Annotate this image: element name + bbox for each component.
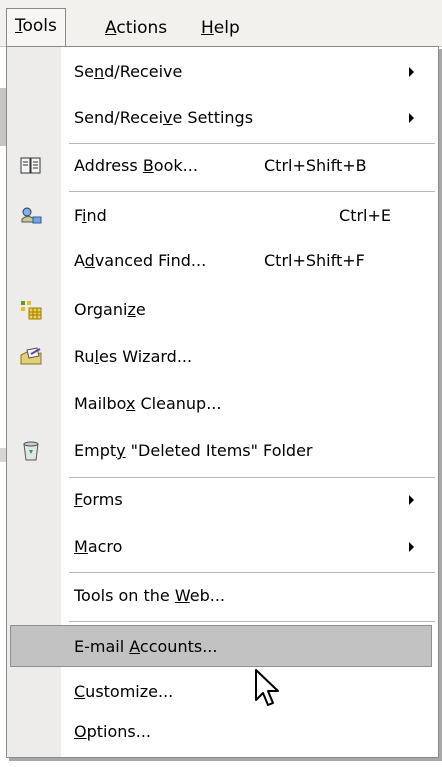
menu-separator — [69, 191, 435, 192]
mouse-pointer-icon — [255, 669, 279, 706]
menu-item-address-book[interactable]: Address Book... Ctrl+Shift+B — [7, 145, 438, 187]
tools-dropdown-menu: Send/Receive Send/Receive Settings Addre… — [6, 46, 439, 758]
menu-actions[interactable]: Actions — [97, 13, 175, 43]
menu-separator — [69, 621, 435, 622]
menu-item-customize[interactable]: Customize... — [7, 671, 438, 713]
submenu-arrow-icon — [409, 495, 414, 505]
address-book-icon — [19, 155, 43, 177]
submenu-arrow-icon — [409, 67, 414, 77]
shortcut-label: Ctrl+Shift+B — [264, 156, 367, 175]
find-icon — [19, 205, 43, 227]
menu-help[interactable]: Help — [193, 13, 248, 43]
shortcut-label: Ctrl+E — [339, 206, 391, 225]
menu-item-send-receive-settings[interactable]: Send/Receive Settings — [7, 97, 438, 139]
submenu-arrow-icon — [409, 113, 414, 123]
menu-item-find[interactable]: Find Ctrl+E — [7, 195, 438, 237]
rules-wizard-icon — [19, 346, 43, 368]
shortcut-label: Ctrl+Shift+F — [264, 251, 365, 270]
menu-item-advanced-find[interactable]: Advanced Find... Ctrl+Shift+F — [7, 240, 438, 282]
menu-item-mailbox-cleanup[interactable]: Mailbox Cleanup... — [7, 383, 438, 425]
recycle-bin-icon — [19, 440, 43, 462]
menu-item-macro[interactable]: Macro — [7, 526, 438, 568]
menu-separator — [69, 143, 435, 144]
menu-bar: Tools Actions Help — [0, 0, 442, 47]
menu-item-rules-wizard[interactable]: Rules Wizard... — [7, 336, 438, 378]
menu-item-forms[interactable]: Forms — [7, 479, 438, 521]
menu-item-options[interactable]: Options... — [7, 711, 438, 753]
menu-item-empty-deleted-items[interactable]: Empty "Deleted Items" Folder — [7, 430, 438, 472]
menu-item-organize[interactable]: Organize — [7, 289, 438, 331]
menu-tools[interactable]: Tools — [6, 8, 66, 47]
menu-item-tools-on-the-web[interactable]: Tools on the Web... — [7, 575, 438, 617]
organize-icon — [19, 299, 43, 321]
menu-item-email-accounts[interactable]: E-mail Accounts... — [10, 625, 432, 667]
menu-separator — [69, 477, 435, 478]
menu-separator — [69, 572, 435, 573]
submenu-arrow-icon — [409, 542, 414, 552]
menu-item-send-receive[interactable]: Send/Receive — [7, 51, 438, 93]
